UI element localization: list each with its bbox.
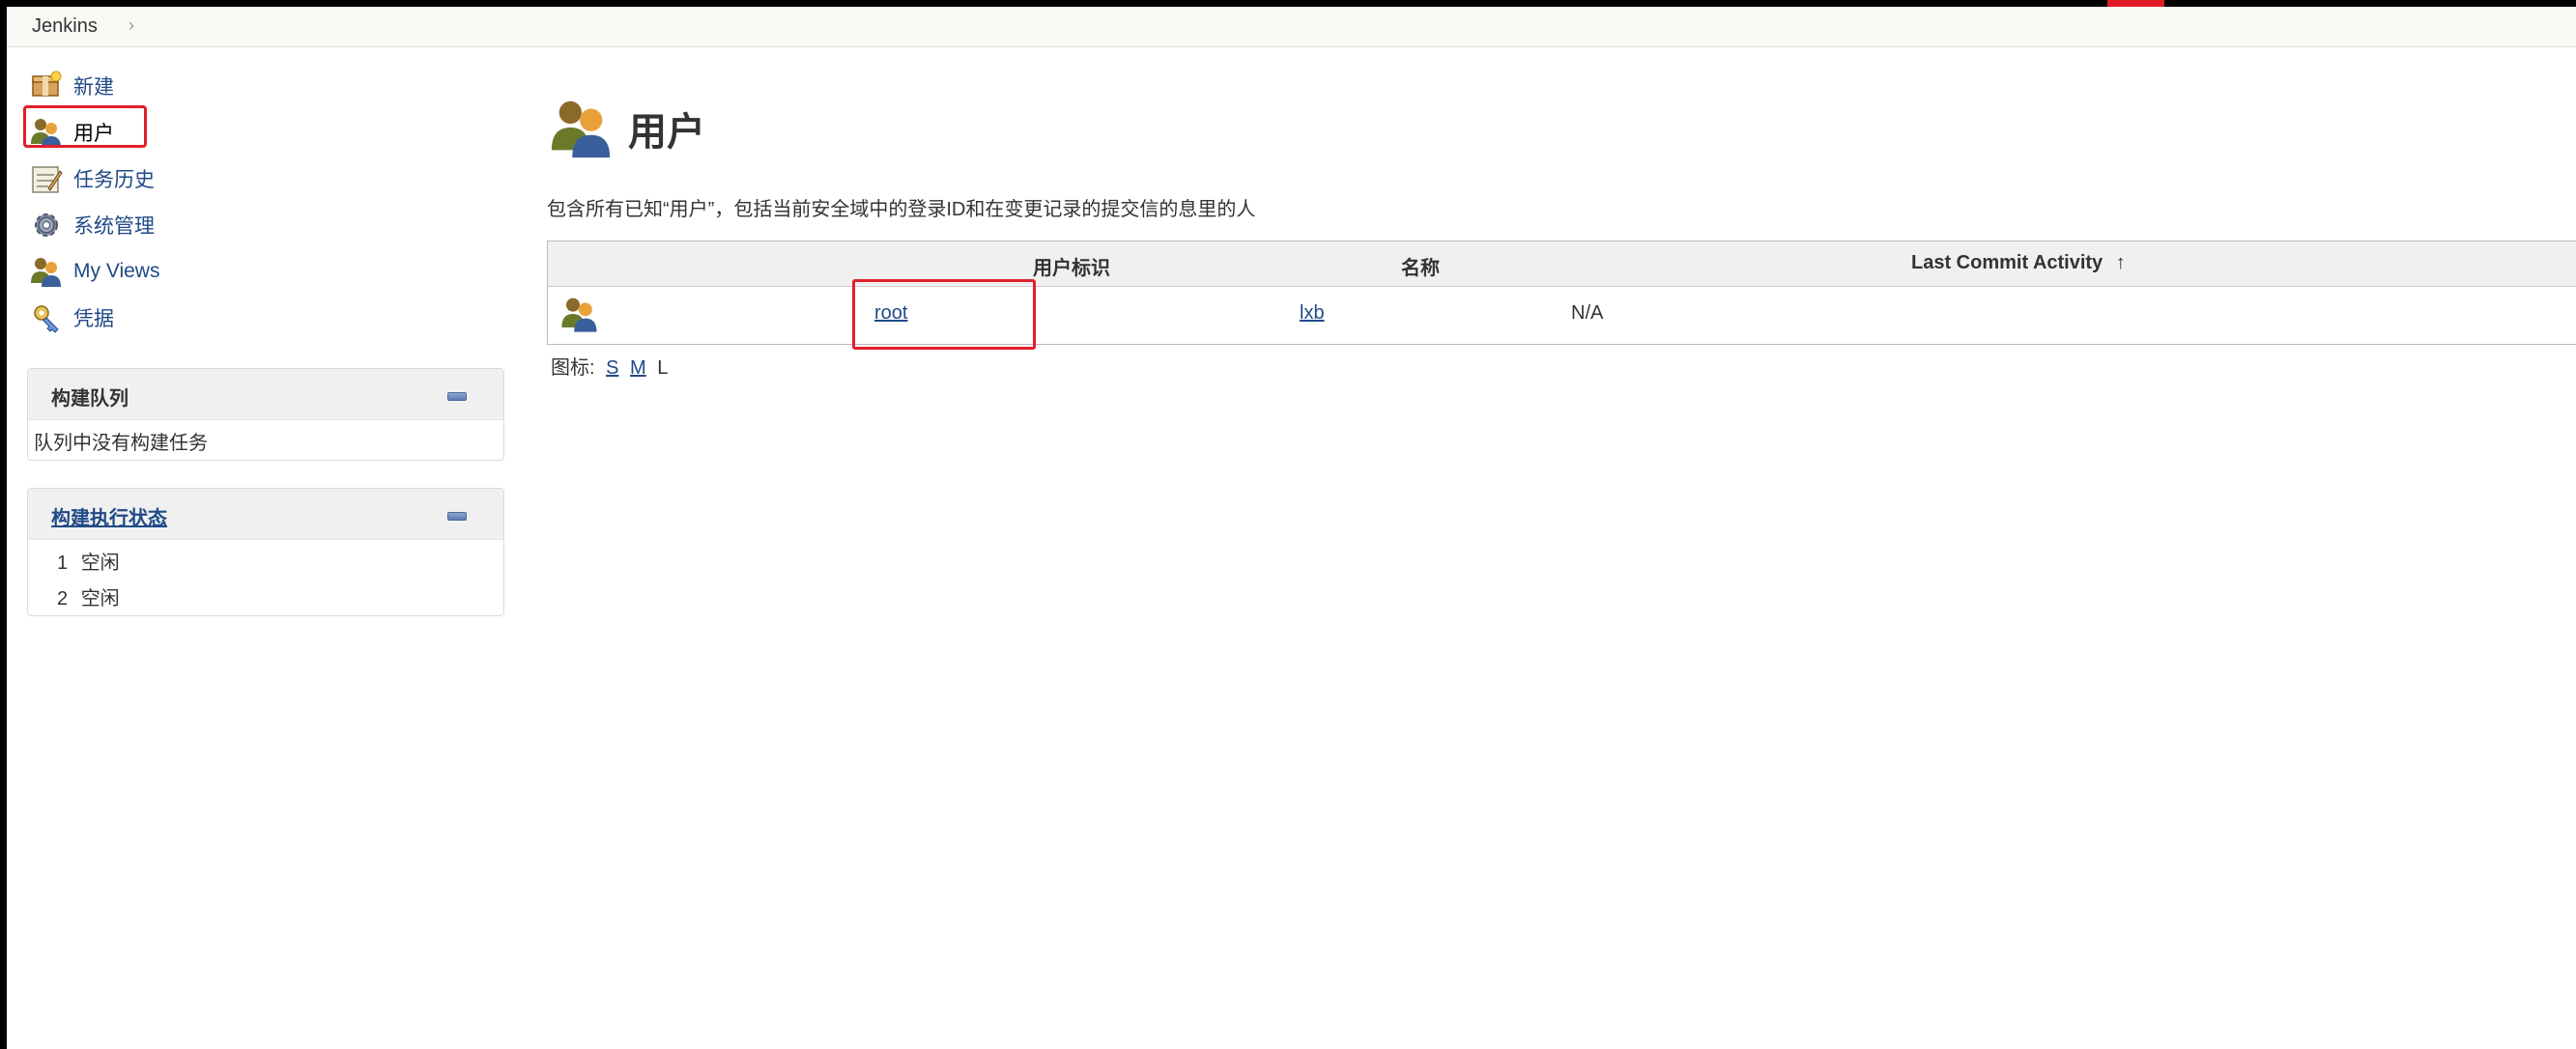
people-table: 用户标识 名称 Last Commit Activity ↑ root lxb … [547,241,2576,345]
user-avatar-icon [559,294,598,332]
new-item-icon [29,69,64,103]
user-name-link[interactable]: lxb [1300,302,1325,325]
collapse-minus-icon[interactable] [447,392,467,401]
sidebar-item-manage[interactable]: 系统管理 [29,206,155,244]
sidebar-item-label: My Views [73,260,160,282]
sidebar-item-my-views[interactable]: My Views [29,252,159,291]
breadcrumb-home-link[interactable]: Jenkins [32,15,98,38]
sidebar-item-label: 系统管理 [73,215,155,238]
jenkins-page: Jenkins › 新建 用户 任务历史 系统管理 My Views 凭据 构建… [0,0,2576,1049]
executors-title-link[interactable]: 构建执行状态 [51,502,167,530]
column-header-last-commit[interactable]: Last Commit Activity ↑ [1911,252,2126,274]
executor-number: 1 [57,553,69,574]
build-queue-pane: 构建队列 队列中没有构建任务 [27,368,504,461]
page-title: 用户 [628,111,705,154]
breadcrumb: Jenkins › [7,7,2576,47]
executor-number: 2 [57,588,69,610]
icon-size-label: 图标: [551,357,595,379]
executor-status: 空闲 [80,553,120,574]
build-queue-header: 构建队列 [28,369,503,420]
credentials-icon [29,300,64,335]
executor-status: 空闲 [80,588,120,610]
build-queue-empty-text: 队列中没有构建任务 [34,433,208,454]
sort-arrow-icon: ↑ [2115,252,2126,273]
column-header-user-id[interactable]: 用户标识 [1033,252,1110,280]
executor-row: 2 空闲 [57,582,120,610]
last-commit-value: N/A [1571,302,1604,324]
executors-pane: 构建执行状态 1 空闲 2 空闲 [27,488,504,616]
executor-row: 1 空闲 [57,547,120,575]
sidebar-item-credentials[interactable]: 凭据 [29,298,114,337]
collapse-minus-icon[interactable] [447,512,467,521]
sidebar-item-build-history[interactable]: 任务历史 [29,159,155,198]
icon-size-small-link[interactable]: S [606,357,618,379]
build-queue-title: 构建队列 [51,388,129,410]
icon-size-large-current: L [657,357,669,379]
sidebar-item-new[interactable]: 新建 [29,67,114,105]
sidebar-item-label: 任务历史 [73,169,155,191]
gear-icon [29,208,64,242]
sidebar-item-label: 新建 [73,76,114,99]
breadcrumb-chevron-icon[interactable]: › [129,15,134,36]
executors-header: 构建执行状态 [28,489,503,540]
build-history-icon [29,161,64,196]
window-top-edge [0,0,2576,7]
people-icon [29,254,64,289]
icon-size-selector: 图标: S M L [551,352,668,380]
root-highlight-box [852,279,1036,350]
window-top-red-marker [2107,0,2164,7]
people-highlight-box [23,105,147,148]
people-icon [548,94,615,161]
column-header-name[interactable]: 名称 [1401,252,1440,280]
page-description: 包含所有已知“用户”，包括当前安全域中的登录ID和在变更记录的提交信的息里的人 [547,199,1256,220]
window-left-edge [0,0,7,1049]
icon-size-medium-link[interactable]: M [630,357,646,379]
sidebar-item-label: 凭据 [73,308,114,330]
